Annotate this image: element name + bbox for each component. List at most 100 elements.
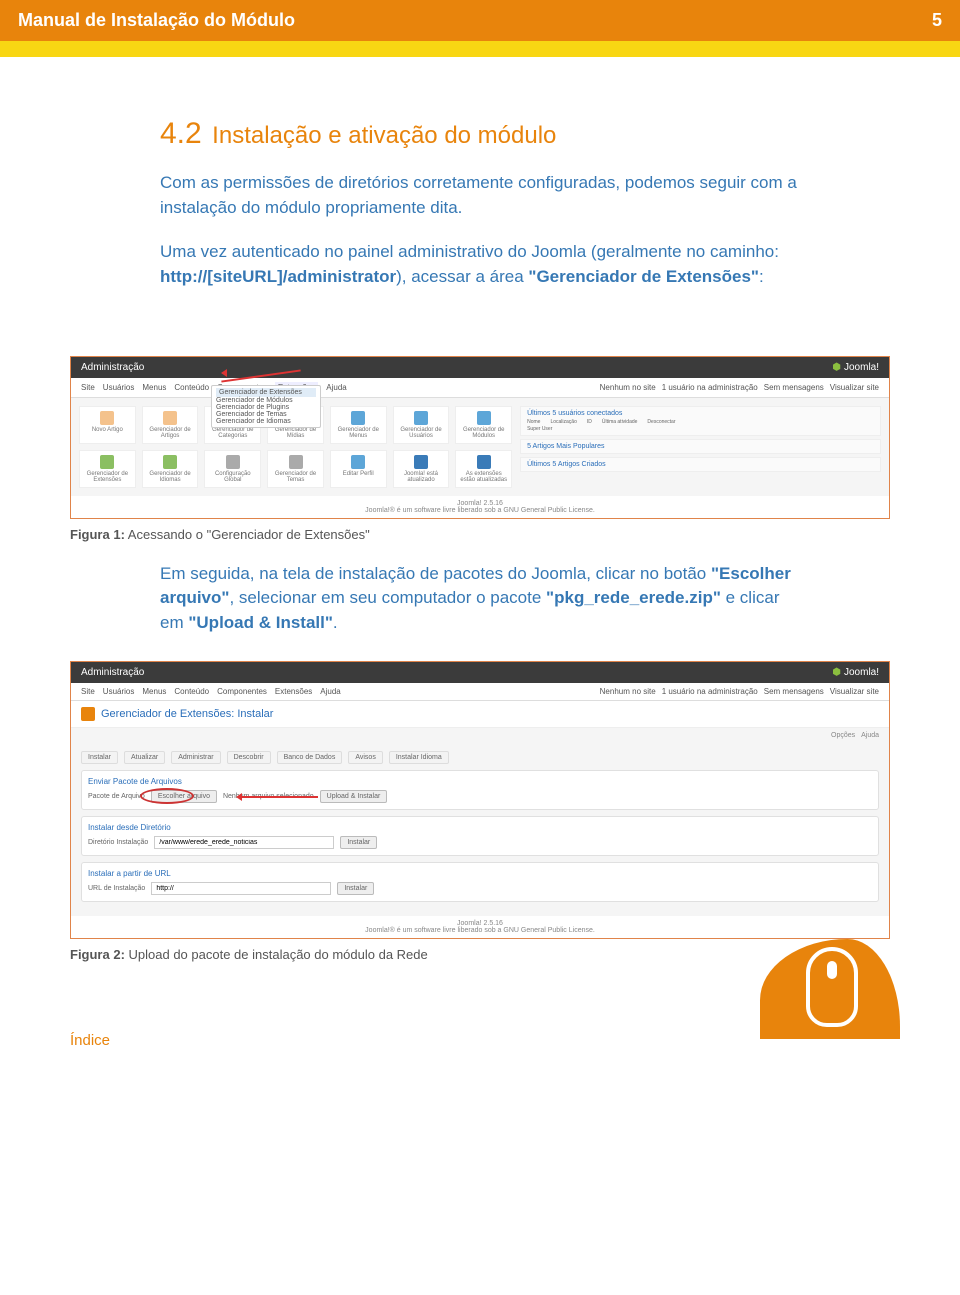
t-lbl: Configuração Global xyxy=(207,471,258,483)
paragraph-3: Em seguida, na tela de instalação de pac… xyxy=(160,562,800,636)
menu-menus[interactable]: Menus xyxy=(142,383,166,392)
ss1-footer: Joomla! 2.5.16 Joomla!® é um software li… xyxy=(71,496,889,518)
ss1-body: Novo Artigo Gerenciador de Artigos Geren… xyxy=(71,398,889,496)
status-view[interactable]: Visualizar site xyxy=(830,383,879,392)
t-lbl: Novo Artigo xyxy=(92,427,123,433)
menu-conteudo[interactable]: Conteúdo xyxy=(174,687,209,696)
t-lbl: Gerenciador de Menus xyxy=(333,427,384,439)
status-msg: Sem mensagens xyxy=(764,383,824,392)
dd-lang-manager[interactable]: Gerenciador de Idiomas xyxy=(216,418,316,425)
ss1-topbar: Administração ⬢Joomla! xyxy=(71,357,889,378)
tile-ext-mgr[interactable]: Gerenciador de Extensões xyxy=(79,450,136,488)
sp-popular: 5 Artigos Mais Populares xyxy=(520,439,881,454)
menu-usuarios[interactable]: Usuários xyxy=(103,383,135,392)
brand-text: Joomla! xyxy=(844,362,879,373)
install-url-input[interactable] xyxy=(151,882,331,895)
install-url-button[interactable]: Instalar xyxy=(337,882,374,895)
dd-theme-manager[interactable]: Gerenciador de Temas xyxy=(216,411,316,418)
menu-extensoes[interactable]: Extensões xyxy=(275,687,312,696)
page-header: Manual de Instalação do Módulo 5 xyxy=(0,0,960,41)
status-site: Nenhum no site xyxy=(600,687,656,696)
tile-user-mgr[interactable]: Gerenciador de Usuários xyxy=(393,406,450,444)
header-title: Manual de Instalação do Módulo xyxy=(18,10,295,31)
g2-head: Instalar desde Diretório xyxy=(88,823,872,832)
tile-mod-mgr[interactable]: Gerenciador de Módulos xyxy=(455,406,512,444)
tile-global-cfg[interactable]: Configuração Global xyxy=(204,450,261,488)
t-lbl: Gerenciador de Extensões xyxy=(82,471,133,483)
ss2-tabs: Instalar Atualizar Administrar Descobrir… xyxy=(81,751,879,764)
tile-joomla-uptodate[interactable]: Joomla! está atualizado xyxy=(393,450,450,488)
fig2-label: Figura 2: xyxy=(70,947,125,962)
group-install-dir: Instalar desde Diretório Diretório Insta… xyxy=(81,816,879,856)
tile-menu-mgr[interactable]: Gerenciador de Menus xyxy=(330,406,387,444)
options-button[interactable]: Opções xyxy=(831,732,855,739)
t-lbl: Joomla! está atualizado xyxy=(396,471,447,483)
sp-h1: Últimos 5 usuários conectados xyxy=(527,410,874,417)
ss2-title-text: Gerenciador de Extensões: Instalar xyxy=(101,708,273,720)
t-lbl: Gerenciador de Idiomas xyxy=(145,471,196,483)
ss1-side-panel: Últimos 5 usuários conectados Nome Local… xyxy=(520,406,881,488)
tile-ext-uptodate[interactable]: As extensões estão atualizadas xyxy=(455,450,512,488)
ss2-admin-label: Administração xyxy=(81,667,144,678)
fig1-label: Figura 1: xyxy=(70,527,125,542)
tab-descobrir[interactable]: Descobrir xyxy=(227,751,271,764)
help-button[interactable]: Ajuda xyxy=(861,732,879,739)
p2-url: http://[siteURL]/administrator xyxy=(160,267,396,286)
group-upload-package: Enviar Pacote de Arquivos Pacote de Arqu… xyxy=(81,770,879,810)
status-site: Nenhum no site xyxy=(600,383,656,392)
section-heading: 4.2 Instalação e ativação do módulo xyxy=(160,117,800,151)
tile-theme-mgr[interactable]: Gerenciador de Temas xyxy=(267,450,324,488)
menu-usuarios[interactable]: Usuários xyxy=(103,687,135,696)
ss1-version: Joomla! 2.5.16 xyxy=(75,500,885,507)
ss2-status-right: Nenhum no site 1 usuário na administraçã… xyxy=(600,687,879,696)
ss2-body: Instalar Atualizar Administrar Descobrir… xyxy=(71,743,889,916)
tab-db[interactable]: Banco de Dados xyxy=(277,751,343,764)
install-dir-input[interactable] xyxy=(154,836,334,849)
ss2-toolbar: Opções Ajuda xyxy=(71,728,889,743)
tile-new-article[interactable]: Novo Artigo xyxy=(79,406,136,444)
menu-site[interactable]: Site xyxy=(81,687,95,696)
tile-article-mgr[interactable]: Gerenciador de Artigos xyxy=(142,406,199,444)
p3-end: . xyxy=(333,613,338,632)
t-lbl: Gerenciador de Usuários xyxy=(396,427,447,439)
section-title: Instalação e ativação do módulo xyxy=(212,122,556,149)
status-view[interactable]: Visualizar site xyxy=(830,687,879,696)
fig1-text: Acessando o "Gerenciador de Extensões" xyxy=(125,527,370,542)
p3-b3: "Upload & Install" xyxy=(188,613,333,632)
menu-ajuda[interactable]: Ajuda xyxy=(320,687,340,696)
bolt-icon xyxy=(81,707,95,721)
t-lbl: As extensões estão atualizadas xyxy=(458,471,509,483)
menu-conteudo[interactable]: Conteúdo xyxy=(174,383,209,392)
tile-edit-profile[interactable]: Editar Perfil xyxy=(330,450,387,488)
menu-site[interactable]: Site xyxy=(81,383,95,392)
tab-idioma[interactable]: Instalar Idioma xyxy=(389,751,449,764)
upload-install-button[interactable]: Upload & Instalar xyxy=(320,790,388,803)
sc-disc: Desconectar xyxy=(647,419,675,425)
group-install-url: Instalar a partir de URL URL de Instalaç… xyxy=(81,862,879,902)
ss2-topbar: Administração ⬢Joomla! xyxy=(71,662,889,683)
dd-ext-manager[interactable]: Gerenciador de Extensões xyxy=(216,388,316,397)
dd-mod-manager[interactable]: Gerenciador de Módulos xyxy=(216,397,316,404)
tab-administrar[interactable]: Administrar xyxy=(171,751,220,764)
tile-lang-mgr[interactable]: Gerenciador de Idiomas xyxy=(142,450,199,488)
tab-atualizar[interactable]: Atualizar xyxy=(124,751,165,764)
p2-pre: Uma vez autenticado no painel administra… xyxy=(160,242,779,261)
t-lbl: Gerenciador de Categorias xyxy=(207,427,258,439)
dd-plugin-manager[interactable]: Gerenciador de Plugins xyxy=(216,404,316,411)
joomla-logo: ⬢Joomla! xyxy=(832,362,879,373)
screenshot-1: Administração ⬢Joomla! Site Usuários Men… xyxy=(70,356,890,519)
p2-area: "Gerenciador de Extensões" xyxy=(528,267,759,286)
g1-head: Enviar Pacote de Arquivos xyxy=(88,777,872,786)
ss1-admin-label: Administração xyxy=(81,362,144,373)
red-arrow-annotation xyxy=(238,796,318,798)
ss1-status-right: Nenhum no site 1 usuário na administraçã… xyxy=(600,383,879,392)
tab-instalar[interactable]: Instalar xyxy=(81,751,118,764)
p3-b2: "pkg_rede_erede.zip" xyxy=(546,588,721,607)
menu-ajuda[interactable]: Ajuda xyxy=(326,383,346,392)
menu-menus[interactable]: Menus xyxy=(142,687,166,696)
install-dir-button[interactable]: Instalar xyxy=(340,836,377,849)
t-lbl: Gerenciador de Artigos xyxy=(145,427,196,439)
sc-nome: Nome xyxy=(527,419,540,425)
tab-avisos[interactable]: Avisos xyxy=(348,751,383,764)
menu-componentes[interactable]: Componentes xyxy=(217,687,267,696)
